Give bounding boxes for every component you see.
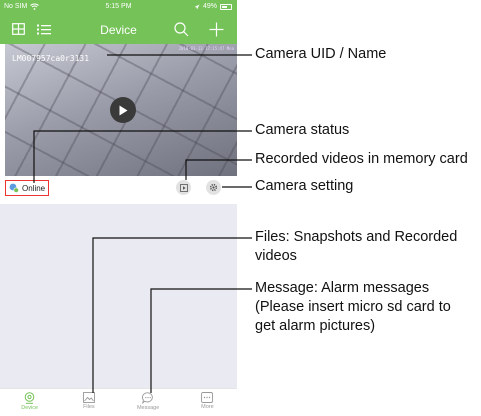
camera-status-row: Online — [0, 176, 237, 204]
more-icon — [201, 392, 214, 403]
message-annotation-line1: Message: Alarm messages — [255, 280, 430, 296]
search-icon[interactable] — [172, 20, 190, 38]
message-annotation-line3: get alarm pictures) — [255, 318, 376, 334]
nav-bar: Device — [0, 14, 237, 44]
battery-icon — [220, 3, 232, 10]
tab-more[interactable]: More — [178, 389, 237, 416]
camera-setting-button[interactable] — [206, 180, 221, 195]
tab-files[interactable]: Files — [59, 389, 118, 416]
camera-status-text: Online — [22, 183, 46, 193]
files-annotation-line1: Files: Snapshots and Recorded — [255, 229, 458, 245]
device-list-empty-area — [0, 204, 237, 388]
status-annotation: Camera status — [255, 122, 350, 138]
status-right: 49% — [194, 3, 232, 10]
tab-label: More — [201, 404, 214, 410]
plus-icon[interactable] — [207, 20, 225, 38]
camera-preview[interactable]: 2018-03-13 17:15:47 Mon LM007957ca0r3131 — [5, 44, 237, 176]
uid-annotation: Camera UID / Name — [255, 46, 387, 62]
battery-percent: 49% — [202, 3, 217, 10]
status-bar: No SIM 5:15 PM 49% — [0, 0, 237, 14]
recorded-videos-button[interactable] — [176, 180, 191, 195]
message-annotation-line2: (Please insert micro sd card to — [255, 299, 451, 315]
online-status-icon — [9, 183, 19, 193]
recorded-annotation: Recorded videos in memory card — [255, 151, 468, 167]
setting-annotation: Camera setting — [255, 178, 354, 194]
play-button[interactable] — [110, 97, 136, 123]
location-icon — [194, 4, 200, 9]
tab-label: Device — [21, 405, 39, 411]
camera-icon — [24, 392, 35, 404]
tab-label: Message — [136, 405, 160, 411]
image-icon — [82, 392, 95, 403]
camera-uid: LM007957ca0r3131 — [12, 54, 90, 63]
files-annotation-line2: videos — [255, 248, 297, 264]
tab-device[interactable]: Device — [0, 389, 59, 416]
page-title: Device — [100, 23, 137, 37]
tab-label: Files — [83, 404, 95, 410]
tab-message[interactable]: Message — [119, 389, 178, 416]
video-playback-icon — [179, 183, 188, 192]
tab-bar: Device Files Message More — [0, 388, 237, 416]
phone-screenshot: No SIM 5:15 PM 49% Device 2018-03-13 17:… — [0, 0, 237, 416]
play-icon — [119, 105, 128, 115]
chat-icon — [142, 392, 153, 404]
camera-timestamp: 2018-03-13 17:15:47 Mon — [178, 46, 234, 51]
gear-icon — [209, 183, 218, 192]
camera-status-badge: Online — [5, 180, 50, 196]
